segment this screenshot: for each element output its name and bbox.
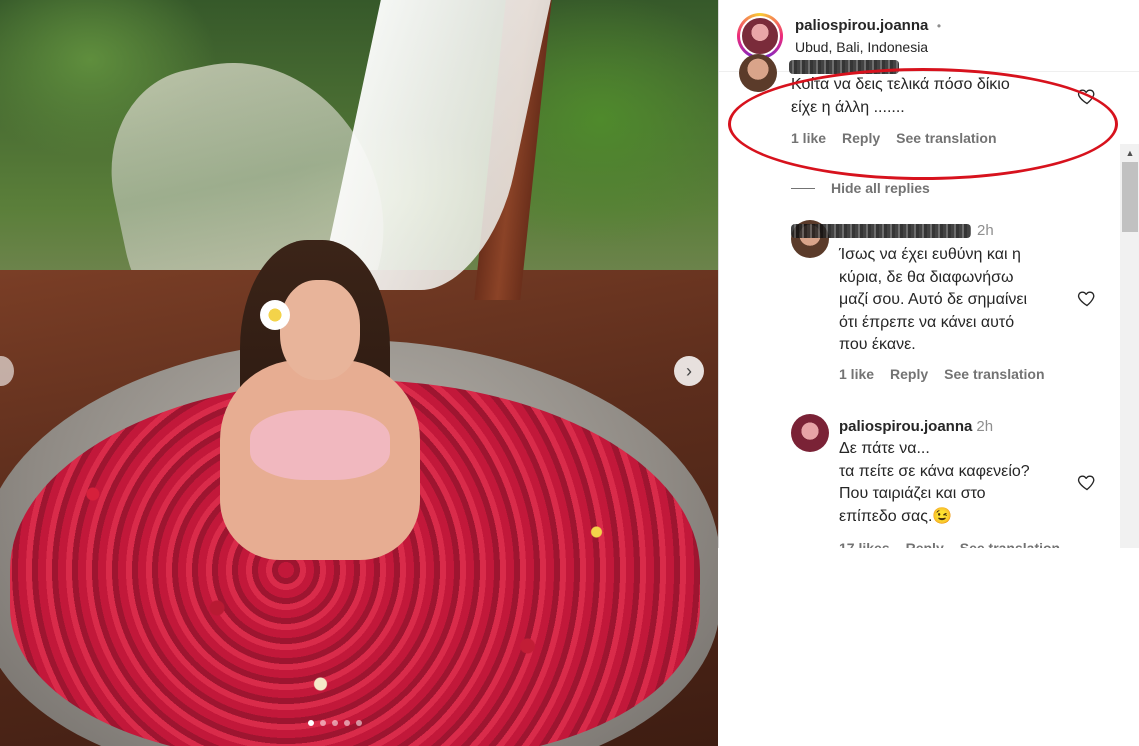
comment-meta: 17 likes Reply See translation bbox=[839, 540, 1060, 548]
heart-icon[interactable] bbox=[1077, 288, 1097, 308]
chevron-right-icon[interactable]: › bbox=[674, 356, 704, 386]
hair-flower bbox=[260, 300, 290, 330]
post-sidebar: paliospirou.joanna • Ubud, Bali, Indones… bbox=[718, 0, 1139, 548]
heart-icon[interactable] bbox=[1077, 472, 1097, 492]
commenter-name[interactable]: paliospirou.joanna 2h bbox=[839, 418, 993, 435]
commenter-avatar[interactable] bbox=[739, 54, 777, 92]
likes-count[interactable]: 1 like bbox=[839, 366, 874, 382]
post-username[interactable]: paliospirou.joanna bbox=[795, 17, 928, 34]
bikini bbox=[250, 410, 390, 480]
scrollbar[interactable]: ▲ ▼ bbox=[1120, 144, 1139, 548]
avatar-image bbox=[740, 15, 780, 56]
commenter-avatar[interactable] bbox=[791, 414, 829, 452]
hide-replies-button[interactable]: Hide all replies bbox=[791, 180, 930, 196]
dot-separator: • bbox=[936, 18, 942, 33]
comment-text: Ίσως να έχει ευθύνη και η κύρια, δε θα δ… bbox=[839, 246, 1028, 353]
carousel-dots bbox=[308, 720, 362, 726]
reply-button[interactable]: Reply bbox=[842, 130, 880, 146]
scroll-up-arrow-icon[interactable]: ▲ bbox=[1120, 144, 1139, 162]
likes-count[interactable]: 17 likes bbox=[839, 540, 890, 548]
comment-meta: 1 like Reply See translation bbox=[839, 366, 1045, 382]
comment-text: Δε πάτε να... τα πείτε σε κάνα καφενείο?… bbox=[839, 440, 1030, 525]
scroll-thumb[interactable] bbox=[1122, 162, 1138, 232]
carousel-dot bbox=[308, 720, 314, 726]
obscured-username bbox=[789, 60, 899, 74]
comment-meta: 1 like Reply See translation bbox=[791, 130, 997, 146]
comment-time: 2h bbox=[976, 418, 994, 435]
see-translation-button[interactable]: See translation bbox=[960, 540, 1060, 548]
carousel-dot bbox=[320, 720, 326, 726]
woman-figure bbox=[160, 240, 420, 560]
carousel-dot bbox=[332, 720, 338, 726]
carousel-dot bbox=[344, 720, 350, 726]
post-photo[interactable]: › bbox=[0, 0, 718, 746]
reply-button[interactable]: Reply bbox=[906, 540, 944, 548]
post-location[interactable]: Ubud, Bali, Indonesia bbox=[795, 39, 941, 55]
likes-count[interactable]: 1 like bbox=[791, 130, 826, 146]
comment-time: 2h bbox=[977, 222, 994, 239]
avatar[interactable] bbox=[737, 12, 783, 59]
comment-text: Κοίτα να δεις τελικά πόσο δίκιο είχε η ά… bbox=[791, 76, 1010, 116]
comments-list: Κοίτα να δεις τελικά πόσο δίκιο είχε η ά… bbox=[719, 54, 1139, 548]
obscured-username bbox=[791, 224, 971, 238]
face bbox=[280, 280, 360, 380]
post-header: paliospirou.joanna • Ubud, Bali, Indones… bbox=[719, 0, 1139, 72]
see-translation-button[interactable]: See translation bbox=[944, 366, 1044, 382]
carousel-dot bbox=[356, 720, 362, 726]
reply-button[interactable]: Reply bbox=[890, 366, 928, 382]
divider-line bbox=[791, 187, 815, 189]
heart-icon[interactable] bbox=[1077, 86, 1097, 106]
see-translation-button[interactable]: See translation bbox=[896, 130, 996, 146]
